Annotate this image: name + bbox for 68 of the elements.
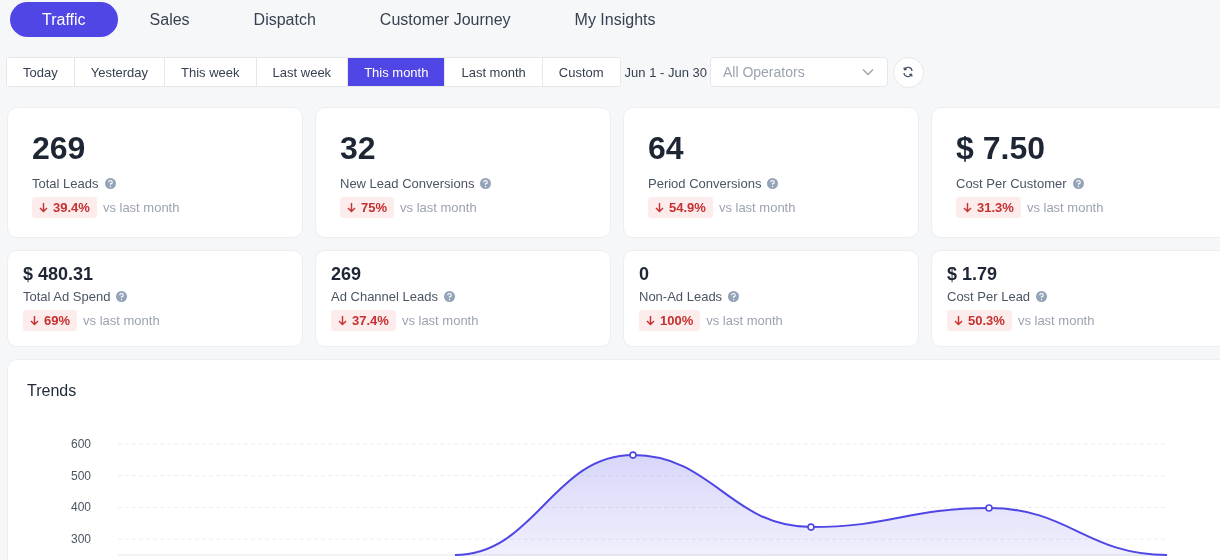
- chevron-down-icon: [861, 68, 874, 76]
- metric-value: 269: [331, 263, 362, 285]
- metric-value: 32: [340, 129, 376, 168]
- help-icon[interactable]: [1072, 178, 1084, 189]
- comparison-text: vs last month: [706, 313, 783, 328]
- help-icon[interactable]: [480, 178, 492, 189]
- arrow-down-icon: [39, 202, 48, 213]
- change-badge: 100%: [639, 310, 701, 331]
- metric-value: $ 480.31: [23, 263, 94, 285]
- change-badge: 54.9%: [648, 197, 713, 218]
- help-icon[interactable]: [728, 291, 740, 302]
- help-icon[interactable]: [1036, 291, 1048, 302]
- axis-tick-label: 600: [70, 437, 91, 451]
- arrow-down-icon: [338, 315, 347, 326]
- arrow-down-icon: [646, 315, 655, 326]
- arrow-down-icon: [954, 315, 963, 326]
- metric-label: Total Leads: [32, 176, 99, 191]
- nav-tab[interactable]: Traffic: [10, 2, 118, 37]
- comparison-text: vs last month: [1026, 200, 1104, 215]
- period-button[interactable]: Today: [7, 58, 75, 86]
- change-badge: 31.3%: [956, 197, 1021, 218]
- metric-label: Period Conversions: [648, 176, 762, 191]
- metric-value: 64: [648, 129, 684, 168]
- nav-tab[interactable]: My Insights: [542, 2, 688, 37]
- data-point: [807, 523, 815, 531]
- metric-label: Cost Per Lead: [947, 289, 1031, 304]
- nav-tab[interactable]: Customer Journey: [347, 2, 543, 37]
- axis-tick-label: 300: [70, 532, 91, 547]
- axis-tick-label: 500: [70, 468, 91, 483]
- help-icon[interactable]: [767, 178, 779, 189]
- metric-value: 0: [639, 263, 649, 285]
- arrow-down-icon: [30, 315, 39, 326]
- metric-label: New Lead Conversions: [340, 176, 475, 191]
- change-badge: 37.4%: [331, 310, 396, 331]
- nav-tab[interactable]: Sales: [117, 2, 222, 37]
- period-button[interactable]: This month: [348, 58, 446, 86]
- operator-select[interactable]: All Operators: [709, 57, 888, 87]
- axis-tick-label: 400: [70, 500, 91, 515]
- comparison-text: vs last month: [400, 200, 477, 215]
- metric-label: Total Ad Spend: [23, 289, 111, 304]
- nav-tab[interactable]: Dispatch: [221, 2, 348, 37]
- comparison-text: vs last month: [102, 200, 180, 215]
- refresh-icon: [902, 66, 915, 78]
- metric-label: Ad Channel Leads: [331, 289, 438, 304]
- comparison-text: vs last month: [1017, 313, 1095, 328]
- change-badge: 69%: [23, 310, 78, 331]
- arrow-down-icon: [963, 202, 972, 213]
- refresh-button[interactable]: [892, 56, 924, 88]
- arrow-down-icon: [655, 202, 664, 213]
- arrow-down-icon: [347, 202, 356, 213]
- change-badge: 50.3%: [947, 310, 1012, 331]
- data-point: [985, 504, 993, 512]
- comparison-text: vs last month: [401, 313, 479, 328]
- help-icon[interactable]: [444, 291, 455, 302]
- comparison-text: vs last month: [718, 200, 796, 215]
- date-range: Jun 1 - Jun 30: [624, 64, 707, 80]
- metric-value: $ 7.50: [956, 129, 1045, 168]
- data-point: [629, 451, 637, 459]
- chart-title: Trends: [27, 382, 77, 400]
- metric-value: $ 1.79: [947, 263, 998, 285]
- help-icon[interactable]: [116, 291, 128, 302]
- help-icon[interactable]: [104, 178, 116, 189]
- metric-label: Cost Per Customer: [956, 176, 1067, 191]
- metric-value: 269: [32, 129, 86, 168]
- change-badge: 39.4%: [32, 197, 97, 218]
- comparison-text: vs last month: [83, 313, 160, 328]
- change-badge: 75%: [340, 197, 395, 218]
- metric-label: Non-Ad Leads: [639, 289, 723, 304]
